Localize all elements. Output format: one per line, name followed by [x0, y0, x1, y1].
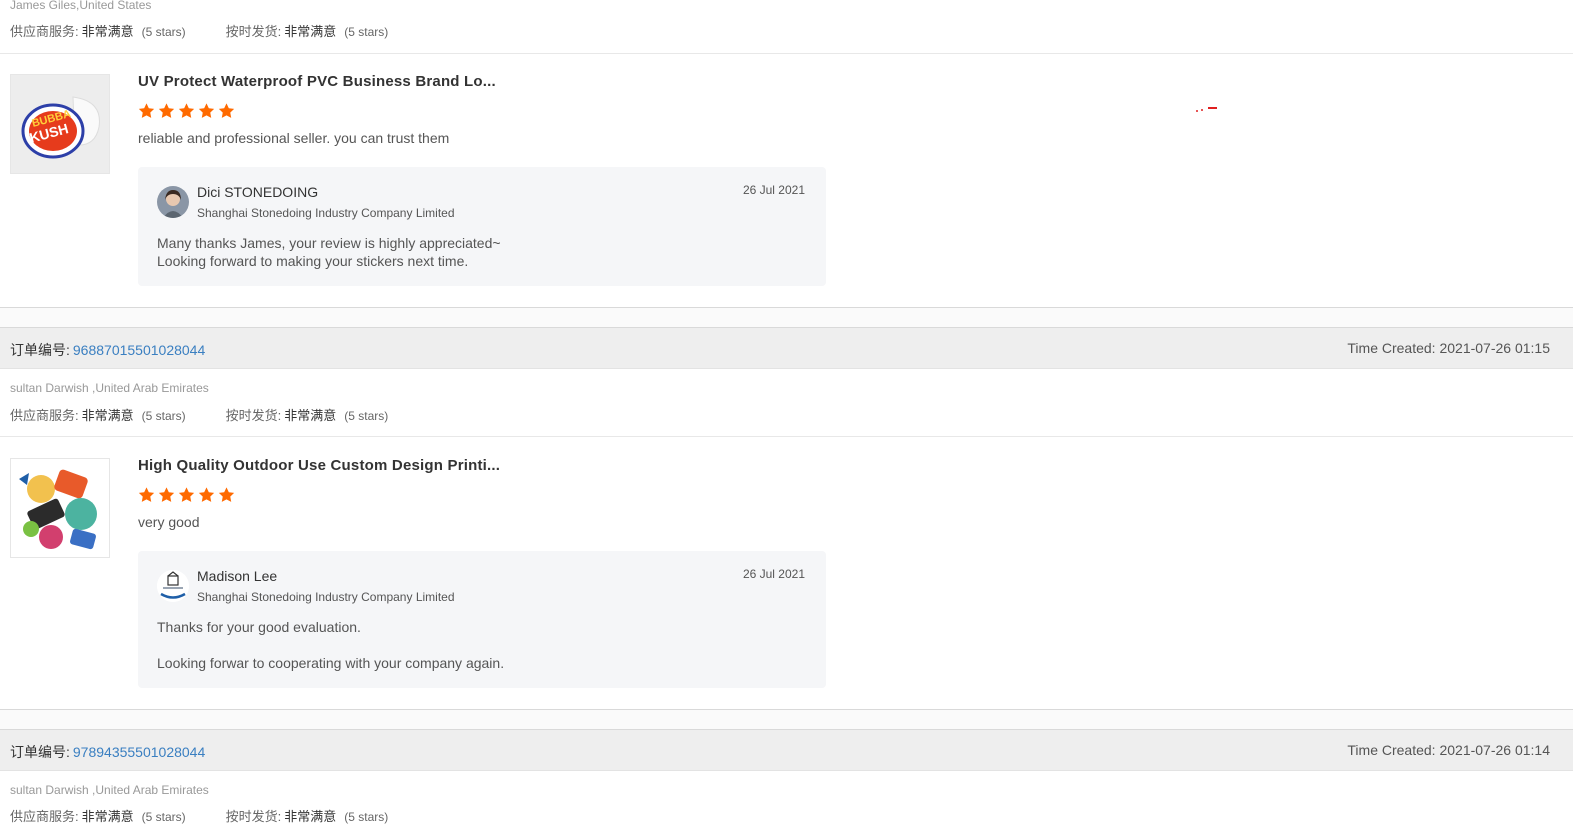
reviews-page: James Giles,United States 供应商服务: 非常满意 (5… — [0, 0, 1573, 827]
time-created: Time Created: 2021-07-26 01:15 — [1347, 340, 1550, 356]
star-icon — [158, 103, 175, 118]
on-time-rating: 按时发货: 非常满意 (5 stars) — [225, 408, 389, 423]
seller-reply: Madison Lee Shanghai Stonedoing Industry… — [138, 551, 826, 688]
time-created: Time Created: 2021-07-26 01:14 — [1347, 742, 1550, 758]
star-rating — [137, 486, 237, 504]
reply-text-line: Thanks for your good evaluation. — [157, 619, 361, 635]
supplier-service-rating: 供应商服务: 非常满意 (5 stars) — [10, 809, 186, 824]
star-icon — [218, 103, 235, 118]
review-text: very good — [138, 514, 200, 530]
reviewer-avatar — [157, 186, 189, 218]
sticker-pack-image — [11, 459, 109, 557]
reply-text-line: Looking forwar to cooperating with your … — [157, 655, 505, 671]
review-text: reliable and professional seller. you ca… — [138, 130, 450, 146]
product-thumbnail[interactable]: BUBBA KUSH — [10, 74, 110, 174]
section-gap — [0, 710, 1573, 729]
supplier-service-rating: 供应商服务: 非常满意 (5 stars) — [10, 408, 186, 423]
reply-author: Dici STONEDOING — [197, 184, 319, 200]
product-title[interactable]: UV Protect Waterproof PVC Business Brand… — [138, 73, 496, 90]
divider — [0, 53, 1573, 54]
reply-date: 26 Jul 2021 — [742, 567, 805, 581]
product-title[interactable]: High Quality Outdoor Use Custom Design P… — [138, 457, 500, 474]
star-icon — [178, 487, 195, 502]
reply-date: 26 Jul 2021 — [742, 183, 805, 197]
star-icon — [218, 487, 235, 502]
star-icon — [138, 103, 155, 118]
ratings-row: 供应商服务: 非常满意 (5 stars) 按时发货: 非常满意 (5 star… — [10, 405, 388, 424]
on-time-rating: 按时发货: 非常满意 (5 stars) — [225, 24, 389, 39]
buyer-name: James Giles,United States — [10, 0, 152, 12]
ratings-row: 供应商服务: 非常满意 (5 stars) 按时发货: 非常满意 (5 star… — [10, 806, 388, 825]
reply-author: Madison Lee — [197, 568, 278, 584]
star-icon — [198, 103, 215, 118]
on-time-rating: 按时发货: 非常满意 (5 stars) — [225, 809, 389, 824]
product-thumbnail[interactable] — [10, 458, 110, 558]
star-rating — [137, 102, 237, 120]
buyer-name: sultan Darwish ,United Arab Emirates — [10, 783, 209, 797]
ratings-row: 供应商服务: 非常满意 (5 stars) 按时发货: 非常满意 (5 star… — [10, 21, 388, 40]
order-number-link[interactable]: 97894355501028044 — [73, 744, 205, 760]
star-icon — [198, 487, 215, 502]
order-header: 订单编号: 97894355501028044 Time Created: 202… — [0, 729, 1573, 771]
order-number: 订单编号: 96887015501028044 — [10, 342, 206, 358]
star-icon — [138, 487, 155, 502]
section-gap — [0, 308, 1573, 328]
order-number: 订单编号: 97894355501028044 — [10, 744, 206, 760]
stray-marks — [1196, 107, 1217, 112]
divider — [0, 436, 1573, 437]
star-icon — [158, 487, 175, 502]
order-number-link[interactable]: 96887015501028044 — [73, 342, 205, 358]
reply-company: Shanghai Stonedoing Industry Company Lim… — [197, 206, 455, 220]
company-logo-avatar — [157, 570, 189, 602]
seller-reply: Dici STONEDOING Shanghai Stonedoing Indu… — [138, 167, 826, 286]
reply-text-line: Looking forward to making your stickers … — [157, 253, 469, 269]
reply-text-line: Many thanks James, your review is highly… — [157, 235, 501, 251]
sticker-logo-image: BUBBA KUSH — [11, 75, 109, 173]
supplier-service-rating: 供应商服务: 非常满意 (5 stars) — [10, 24, 186, 39]
order-header: 订单编号: 96887015501028044 Time Created: 202… — [0, 327, 1573, 369]
star-icon — [178, 103, 195, 118]
reply-company: Shanghai Stonedoing Industry Company Lim… — [197, 590, 455, 604]
buyer-name: sultan Darwish ,United Arab Emirates — [10, 381, 209, 395]
